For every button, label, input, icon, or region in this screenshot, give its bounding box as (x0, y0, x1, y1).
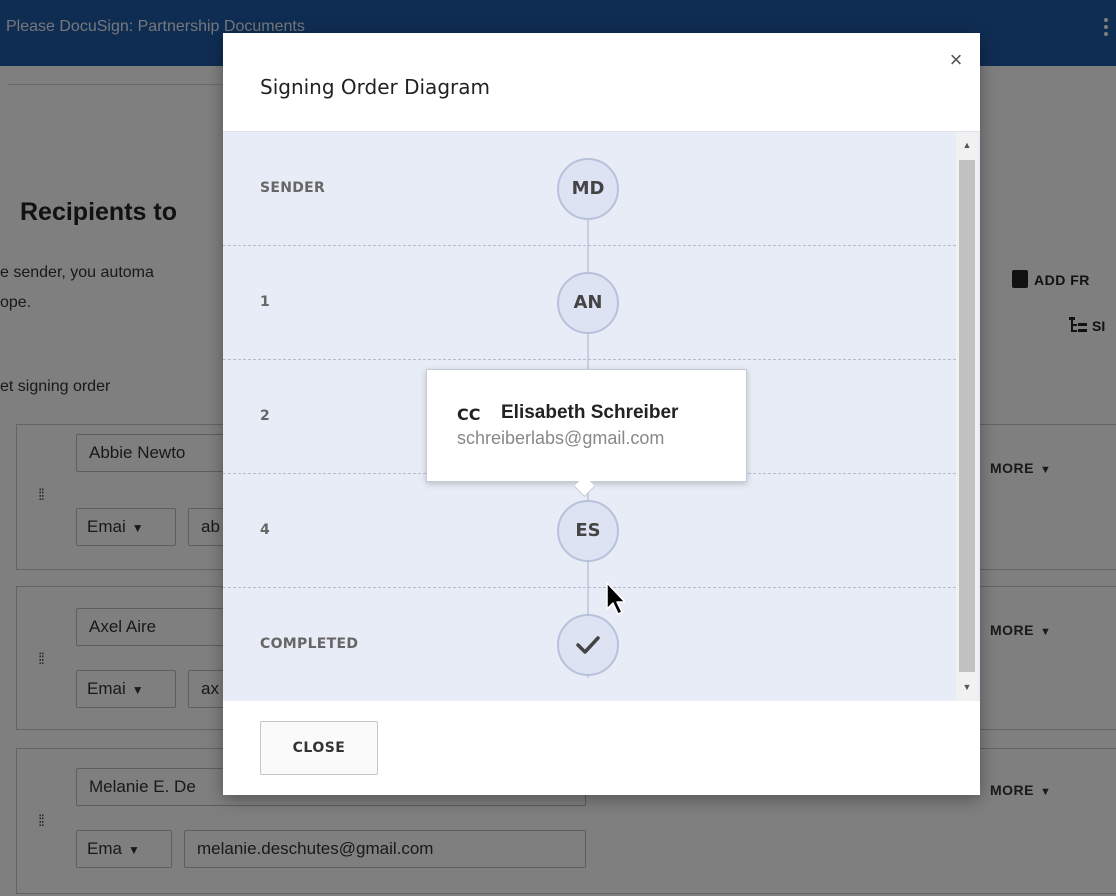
step-label: SENDER (260, 180, 326, 196)
step-label: COMPLETED (260, 636, 359, 652)
mouse-cursor-icon (606, 582, 626, 615)
recipient-type-cc: CC (457, 405, 481, 424)
scrollbar-thumb[interactable] (959, 160, 975, 672)
close-icon[interactable]: × (943, 47, 969, 73)
scroll-up-arrow-icon[interactable]: ▲ (956, 136, 978, 154)
tooltip-recipient-email: schreiberlabs@gmail.com (457, 428, 665, 448)
step-label: 2 (260, 408, 271, 424)
recipient-node-es[interactable]: ES (557, 500, 619, 562)
signing-order-dialog: Signing Order Diagram × SENDER MD 1 AN 2… (223, 33, 980, 795)
dialog-title: Signing Order Diagram (260, 75, 490, 99)
step-label: 4 (260, 522, 271, 538)
signing-order-diagram: SENDER MD 1 AN 2 4 ES COMPLETED CC Elisa… (223, 131, 980, 701)
tooltip-recipient-name: Elisabeth Schreiber (501, 402, 679, 423)
recipient-node-md[interactable]: MD (557, 158, 619, 220)
scroll-down-arrow-icon[interactable]: ▼ (956, 678, 978, 696)
step-label: 1 (260, 294, 271, 310)
diagram-scrollbar[interactable]: ▲ ▼ (956, 132, 978, 701)
recipient-node-an[interactable]: AN (557, 272, 619, 334)
completed-node (557, 614, 619, 676)
close-button[interactable]: CLOSE (260, 721, 378, 775)
recipient-tooltip: CC Elisabeth Schreiber schreiberlabs@gma… (426, 369, 747, 482)
check-icon (576, 636, 600, 654)
